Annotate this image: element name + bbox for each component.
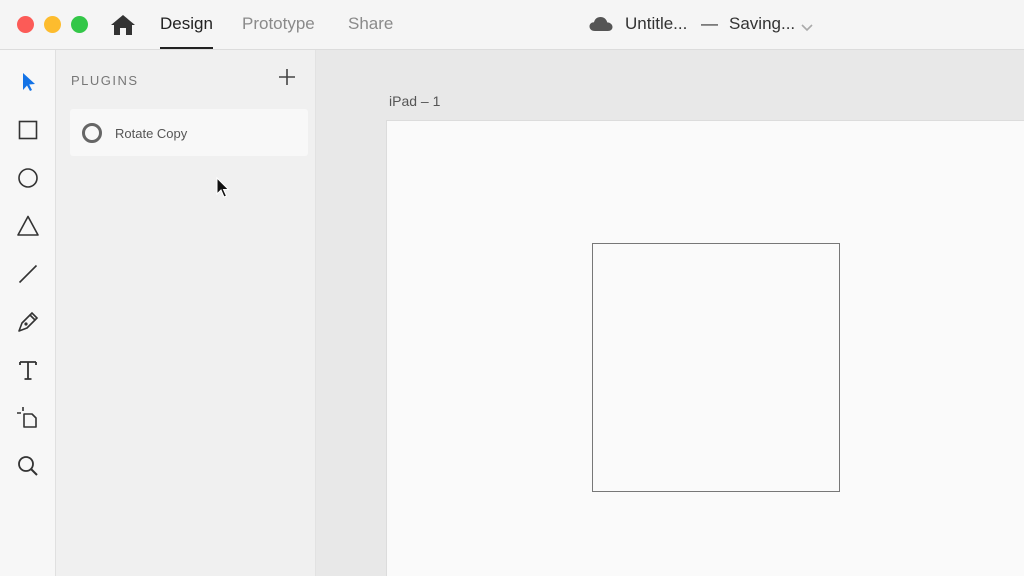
artboard-label[interactable]: iPad – 1 [389, 93, 440, 109]
cloud-icon [589, 16, 613, 32]
pen-icon[interactable] [16, 310, 40, 334]
save-status: Saving... [729, 14, 796, 33]
tab-prototype[interactable]: Prototype [242, 14, 315, 49]
minimize-window-button[interactable] [44, 16, 61, 33]
polygon-icon[interactable] [16, 214, 40, 238]
title-separator: — [701, 14, 718, 33]
close-window-button[interactable] [17, 16, 34, 33]
document-title[interactable]: Untitle... [625, 14, 687, 34]
ellipse-icon[interactable] [16, 166, 40, 190]
artboard-icon[interactable] [16, 406, 40, 430]
maximize-window-button[interactable] [71, 16, 88, 33]
design-canvas[interactable]: iPad – 1 [316, 50, 1024, 576]
tab-share[interactable]: Share [348, 14, 393, 49]
title-bar: Design Prototype Share Untitle... — Savi… [0, 0, 1024, 50]
plugin-ring-icon [81, 122, 103, 144]
zoom-icon[interactable] [16, 454, 40, 478]
text-icon[interactable] [16, 358, 40, 382]
tool-bar [0, 50, 56, 576]
home-icon[interactable] [110, 13, 136, 37]
tab-design[interactable]: Design [160, 14, 213, 49]
mouse-cursor-icon [216, 176, 230, 199]
artboard[interactable] [386, 120, 1024, 576]
rectangle-icon[interactable] [16, 118, 40, 142]
add-plugin-button[interactable] [276, 66, 298, 88]
plugin-item-rotate-copy[interactable]: Rotate Copy [70, 109, 308, 156]
panel-header: PLUGINS [71, 73, 139, 88]
line-icon[interactable] [16, 262, 40, 286]
chevron-down-icon[interactable] [801, 19, 813, 32]
plugin-label: Rotate Copy [115, 126, 188, 141]
plugins-panel: PLUGINS Rotate Copy [56, 50, 316, 576]
rectangle-shape[interactable] [592, 243, 840, 492]
select-icon[interactable] [16, 70, 40, 94]
